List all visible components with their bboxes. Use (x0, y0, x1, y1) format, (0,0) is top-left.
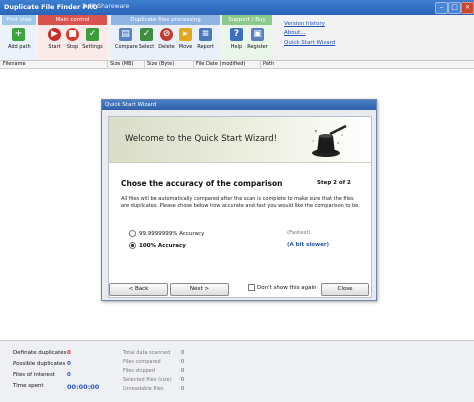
dont-show-again-label: Don't show this again (257, 285, 317, 291)
group-main-control-label: Main control (38, 15, 107, 25)
radio-fast-accuracy[interactable] (129, 230, 136, 237)
stop-label: Stop (66, 44, 79, 50)
files-skipped-label: Files skipped (123, 368, 156, 374)
help-icon: ? (230, 28, 243, 41)
add-path-button[interactable]: + Add path (8, 28, 31, 58)
select-button[interactable]: ✓ Select (136, 28, 157, 58)
time-spent-label: Time spent (13, 383, 44, 389)
option-full-accuracy[interactable]: 100% Accuracy (129, 242, 186, 249)
wizard-step: Step 2 of 2 (317, 180, 351, 186)
add-path-label: Add path (8, 44, 31, 50)
wizard-banner-text: Welcome to the Quick Start Wizard! (125, 134, 278, 144)
checklist-icon: ✓ (86, 28, 99, 41)
app-version: 2.40 Shareware (82, 3, 130, 10)
stop-icon: ■ (66, 28, 79, 41)
report-label: Report (197, 44, 214, 50)
compare-label: Compare (115, 44, 138, 50)
version-history-link[interactable]: Version history (284, 21, 335, 27)
option-full-label: 100% Accuracy (139, 243, 186, 249)
dont-show-again-box[interactable] (248, 284, 255, 291)
group-duplicate-processing: Duplicate files processing ▤ Compare ✓ S… (111, 15, 220, 60)
option-full-note: (A bit slower) (287, 242, 330, 248)
files-of-interest-label: Files of interest (13, 372, 55, 378)
wizard-description: All files will be automatically compared… (121, 196, 360, 209)
dialog-title: Quick Start Wizard (102, 100, 376, 110)
close-dialog-button[interactable]: Close (321, 283, 369, 296)
option-fast-label: 99.9999999% Accuracy (139, 231, 205, 237)
unreadable-files-label: Unreadable files (123, 386, 164, 392)
delete-icon: ⊘ (160, 28, 173, 41)
grid-header: Filename Size (MB) Size (Byte) File Date… (0, 61, 474, 69)
settings-label: Settings (82, 44, 103, 50)
maximize-button[interactable]: □ (448, 2, 461, 14)
register-label: Register (247, 44, 268, 50)
group-support-buy: Support / Buy ? Help ▣ Register (222, 15, 272, 60)
move-button[interactable]: ▸ Move (175, 28, 196, 58)
column-file-date[interactable]: File Date (modified) (193, 61, 261, 68)
wizard-heading: Chose the accuracy of the comparison (121, 179, 283, 188)
wizard-banner: Welcome to the Quick Start Wizard! (109, 117, 371, 163)
possible-duplicates-value: 0 (67, 361, 71, 367)
files-compared-label: Files compared (123, 359, 161, 365)
files-of-interest-value: 0 (67, 372, 71, 378)
dont-show-again-checkbox[interactable]: Don't show this again (248, 284, 317, 291)
folder-move-icon: ▸ (179, 28, 192, 41)
register-button[interactable]: ▣ Register (247, 28, 268, 58)
definite-duplicates-value: 0 (67, 350, 71, 356)
unreadable-files-value: 0 (181, 386, 185, 392)
about-link[interactable]: About... (284, 30, 335, 36)
compare-icon: ▤ (119, 28, 132, 41)
register-icon: ▣ (251, 28, 264, 41)
group-support-buy-label: Support / Buy (222, 15, 272, 25)
help-label: Help (230, 44, 243, 50)
minimize-button[interactable]: – (435, 2, 448, 14)
help-button[interactable]: ? Help (226, 28, 247, 58)
group-duplicate-processing-label: Duplicate files processing (111, 15, 220, 25)
status-panel: Definate duplicates 0 Possible duplicate… (0, 340, 474, 402)
wizard-panel: Welcome to the Quick Start Wizard! Chose… (108, 116, 372, 298)
delete-label: Delete (158, 44, 175, 50)
play-icon: ▶ (48, 28, 61, 41)
compare-button[interactable]: ▤ Compare (115, 28, 138, 58)
files-compared-value: 0 (181, 359, 185, 365)
total-data-scanned-label: Total data scanned (123, 350, 171, 356)
close-window-button[interactable]: × (461, 2, 474, 14)
time-spent-value: 00:00:00 (67, 383, 100, 391)
quick-start-wizard-dialog: Quick Start Wizard Welcome to the Quick … (101, 99, 377, 301)
settings-button[interactable]: ✓ Settings (82, 28, 103, 58)
magic-hat-icon (312, 123, 350, 157)
quick-start-wizard-link[interactable]: Quick Start Wizard (284, 40, 335, 46)
plus-icon: + (12, 28, 25, 41)
total-data-scanned-value: 0 (181, 350, 185, 356)
next-button[interactable]: Next > (170, 283, 229, 296)
files-skipped-value: 0 (181, 368, 185, 374)
delete-button[interactable]: ⊘ Delete (156, 28, 177, 58)
possible-duplicates-label: Possible duplicates (13, 361, 66, 367)
radio-full-accuracy[interactable] (129, 242, 136, 249)
column-filename[interactable]: Filename (0, 61, 108, 68)
definite-duplicates-label: Definate duplicates (13, 350, 67, 356)
column-path[interactable]: Path (260, 61, 473, 68)
help-links: Version history About... Quick Start Wiz… (284, 21, 335, 49)
group-main-control: Main control ▶ Start ■ Stop ✓ Settings (38, 15, 107, 60)
column-size-mb[interactable]: Size (MB) (107, 61, 145, 68)
stop-button[interactable]: ■ Stop (62, 28, 83, 58)
select-label: Select (138, 44, 155, 50)
report-icon: ≡ (199, 28, 212, 41)
toolbar: First step + Add path Main control ▶ Sta… (0, 15, 474, 61)
back-button[interactable]: < Back (109, 283, 168, 296)
selected-files-size-value: 0 (181, 377, 185, 383)
column-size-byte[interactable]: Size (Byte) (144, 61, 194, 68)
report-button[interactable]: ≡ Report (195, 28, 216, 58)
option-fast-note: (Fastest) (287, 230, 311, 236)
option-fast-accuracy[interactable]: 99.9999999% Accuracy (129, 230, 204, 237)
selected-files-size-label: Selected files (size) (123, 377, 172, 383)
group-first-step-label: First step (2, 15, 36, 25)
title-bar: Duplicate File Finder PRO 2.40 Shareware… (0, 0, 474, 15)
group-first-step: First step + Add path (2, 15, 36, 60)
select-check-icon: ✓ (140, 28, 153, 41)
move-label: Move (178, 44, 193, 50)
